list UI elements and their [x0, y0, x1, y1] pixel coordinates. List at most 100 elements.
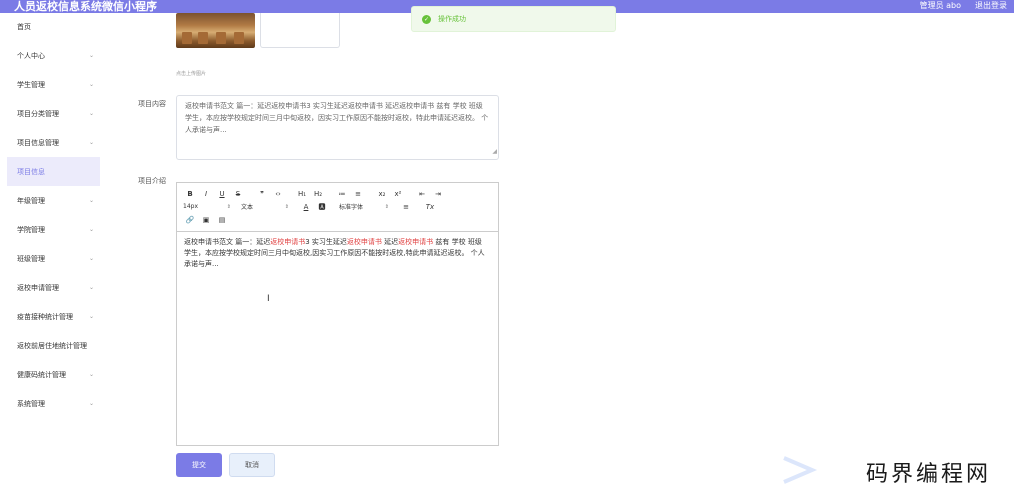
chair-shape	[216, 32, 226, 44]
sidebar-item-label: 返校申请管理	[17, 283, 59, 292]
cancel-button[interactable]: 取消	[229, 453, 275, 477]
sidebar-item-label: 年级管理	[17, 196, 45, 205]
chevron-down-icon: ⌄	[88, 284, 94, 291]
sidebar-item-system[interactable]: 系统管理 ⌄	[0, 389, 100, 418]
content-textarea[interactable]: 返校申请书范文 篇一：延迟返校申请书3 实习生延迟返校申请书 延迟返校申请书 兹…	[176, 95, 499, 160]
uploaded-image-thumbnail[interactable]	[176, 13, 255, 48]
sidebar-item-students[interactable]: 学生管理 ⌄	[0, 70, 100, 99]
code-icon[interactable]: ‹›	[271, 190, 285, 198]
sidebar-item-grades[interactable]: 年级管理 ⌄	[0, 186, 100, 215]
editor-text-highlight: 返校申请书	[270, 238, 306, 246]
chevron-down-icon: ⌄	[88, 255, 94, 262]
italic-button[interactable]: I	[199, 190, 213, 198]
sidebar-item-home[interactable]: 首页	[0, 13, 100, 41]
upload-tip: 点击上传图片	[176, 71, 207, 77]
bold-button[interactable]: B	[183, 190, 197, 198]
watermark-logo-icon	[783, 456, 818, 484]
link-icon[interactable]: 🔗	[183, 216, 197, 224]
chair-shape	[234, 32, 244, 44]
select-arrows-icon: ⇕	[284, 203, 289, 210]
sidebar-item-label: 项目分类管理	[17, 109, 59, 118]
toast-message: 操作成功	[438, 15, 466, 23]
current-user[interactable]: 管理员 abo	[920, 0, 961, 12]
font-family-value: 标准字体	[339, 204, 364, 211]
sidebar-item-label: 个人中心	[17, 51, 45, 60]
editor-content[interactable]: 返校申请书范文 篇一：延迟返校申请书3 实习生延迟返校申请书 延迟返校申请书 兹…	[177, 232, 498, 275]
sidebar-item-label: 班级管理	[17, 254, 45, 263]
font-size-value: 14px	[183, 203, 198, 210]
sidebar-item-residence-stats[interactable]: 返校前居住地统计管理	[0, 331, 100, 360]
user-area: 管理员 abo 退出登录	[920, 0, 1007, 12]
sidebar-item-classes[interactable]: 班级管理 ⌄	[0, 244, 100, 273]
chevron-down-icon: ⌄	[88, 400, 94, 407]
sidebar-item-label: 项目信息	[17, 167, 45, 176]
indent-icon[interactable]: ⇥	[431, 190, 445, 198]
sidebar-item-label: 首页	[17, 23, 31, 31]
sidebar-menu: 首页 个人中心 ⌄ 学生管理 ⌄ 项目分类管理 ⌄ 项目信息管理 ⌄ 项目信息 年级管理…	[0, 13, 100, 490]
sidebar-item-label: 疫苗接种统计管理	[17, 312, 73, 321]
video-icon[interactable]: ▤	[215, 216, 229, 224]
bullet-list-icon[interactable]: ≡	[351, 190, 365, 198]
upload-button[interactable]	[260, 13, 340, 48]
image-icon[interactable]: ▣	[199, 216, 213, 224]
chevron-down-icon: ⌄	[88, 52, 94, 59]
chevron-down-icon: ⌄	[88, 139, 94, 146]
text-style-value: 文本	[241, 204, 254, 211]
sidebar-item-project-info-mgmt[interactable]: 项目信息管理 ⌄	[0, 128, 100, 157]
check-circle-icon: ✓	[422, 14, 431, 24]
chevron-down-icon: ⌄	[88, 197, 94, 204]
sidebar-item-label: 系统管理	[17, 399, 45, 408]
resize-handle-icon[interactable]: ◢	[492, 146, 497, 158]
chair-shape	[182, 32, 192, 44]
sidebar-item-label: 健康码统计管理	[17, 370, 66, 379]
strike-button[interactable]: S	[231, 190, 245, 198]
editor-text: 3 实习生延迟	[305, 238, 347, 246]
font-size-select[interactable]: 14px ⇕	[183, 203, 231, 210]
editor-toolbar: B I U S ❞ ‹› H₁ H₂ ≔ ≡ x₂ x² ⇤ ⇥ 14px ⇕ 文…	[177, 183, 498, 232]
chevron-down-icon: ⌄	[88, 81, 94, 88]
sidebar-item-label: 返校前居住地统计管理	[17, 341, 87, 350]
outdent-icon[interactable]: ⇤	[415, 190, 429, 198]
sidebar-item-project-category[interactable]: 项目分类管理 ⌄	[0, 99, 100, 128]
heading1-button[interactable]: H₁	[295, 190, 309, 198]
editor-text: 返校申请书范文 篇一：延迟	[184, 238, 271, 246]
sidebar-item-label: 学生管理	[17, 80, 45, 89]
underline-button[interactable]: U	[215, 190, 229, 198]
superscript-button[interactable]: x²	[391, 190, 405, 198]
chevron-down-icon: ⌄	[88, 226, 94, 233]
background-color-icon[interactable]: 🅰	[315, 202, 329, 212]
chair-shape	[198, 32, 208, 44]
font-color-icon[interactable]: A	[299, 203, 313, 211]
align-icon[interactable]: ≡	[399, 203, 413, 211]
quote-icon[interactable]: ❞	[255, 190, 269, 198]
chevron-down-icon: ⌄	[88, 371, 94, 378]
content-label: 项目内容	[138, 100, 166, 108]
select-arrows-icon: ⇕	[226, 203, 231, 210]
sidebar-item-profile[interactable]: 个人中心 ⌄	[0, 41, 100, 70]
chevron-down-icon: ⌄	[88, 110, 94, 117]
submit-button[interactable]: 提交	[176, 453, 222, 477]
success-toast: ✓ 操作成功	[411, 6, 616, 32]
subscript-button[interactable]: x₂	[375, 190, 389, 198]
watermark-text: 码界编程网	[866, 462, 992, 487]
text-style-select[interactable]: 文本 ⇕	[241, 202, 289, 212]
app-title: 人员返校信息系统微信小程序	[14, 0, 157, 13]
editor-text-highlight: 返校申请书	[346, 238, 382, 246]
ordered-list-icon[interactable]: ≔	[335, 190, 349, 198]
sidebar-item-label: 项目信息管理	[17, 138, 59, 147]
sidebar-item-colleges[interactable]: 学院管理 ⌄	[0, 215, 100, 244]
sidebar-item-label: 学院管理	[17, 225, 45, 234]
intro-label: 项目介绍	[138, 177, 166, 185]
sidebar-item-project-info[interactable]: 项目信息	[7, 157, 100, 186]
editor-text-highlight: 返校申请书	[398, 238, 434, 246]
sidebar-item-vaccine-stats[interactable]: 疫苗接种统计管理 ⌄	[0, 302, 100, 331]
sidebar-item-health-code-stats[interactable]: 健康码统计管理 ⌄	[0, 360, 100, 389]
font-family-select[interactable]: 标准字体 ⇕	[339, 202, 389, 212]
clear-format-icon[interactable]: Tx	[423, 203, 437, 211]
logout-link[interactable]: 退出登录	[975, 0, 1007, 12]
sidebar-item-return-application[interactable]: 返校申请管理 ⌄	[0, 273, 100, 302]
text-cursor-icon: I	[267, 294, 270, 304]
content-text: 返校申请书范文 篇一：延迟返校申请书3 实习生延迟返校申请书 延迟返校申请书 兹…	[185, 102, 489, 134]
heading2-button[interactable]: H₂	[311, 190, 325, 198]
chevron-down-icon: ⌄	[88, 313, 94, 320]
